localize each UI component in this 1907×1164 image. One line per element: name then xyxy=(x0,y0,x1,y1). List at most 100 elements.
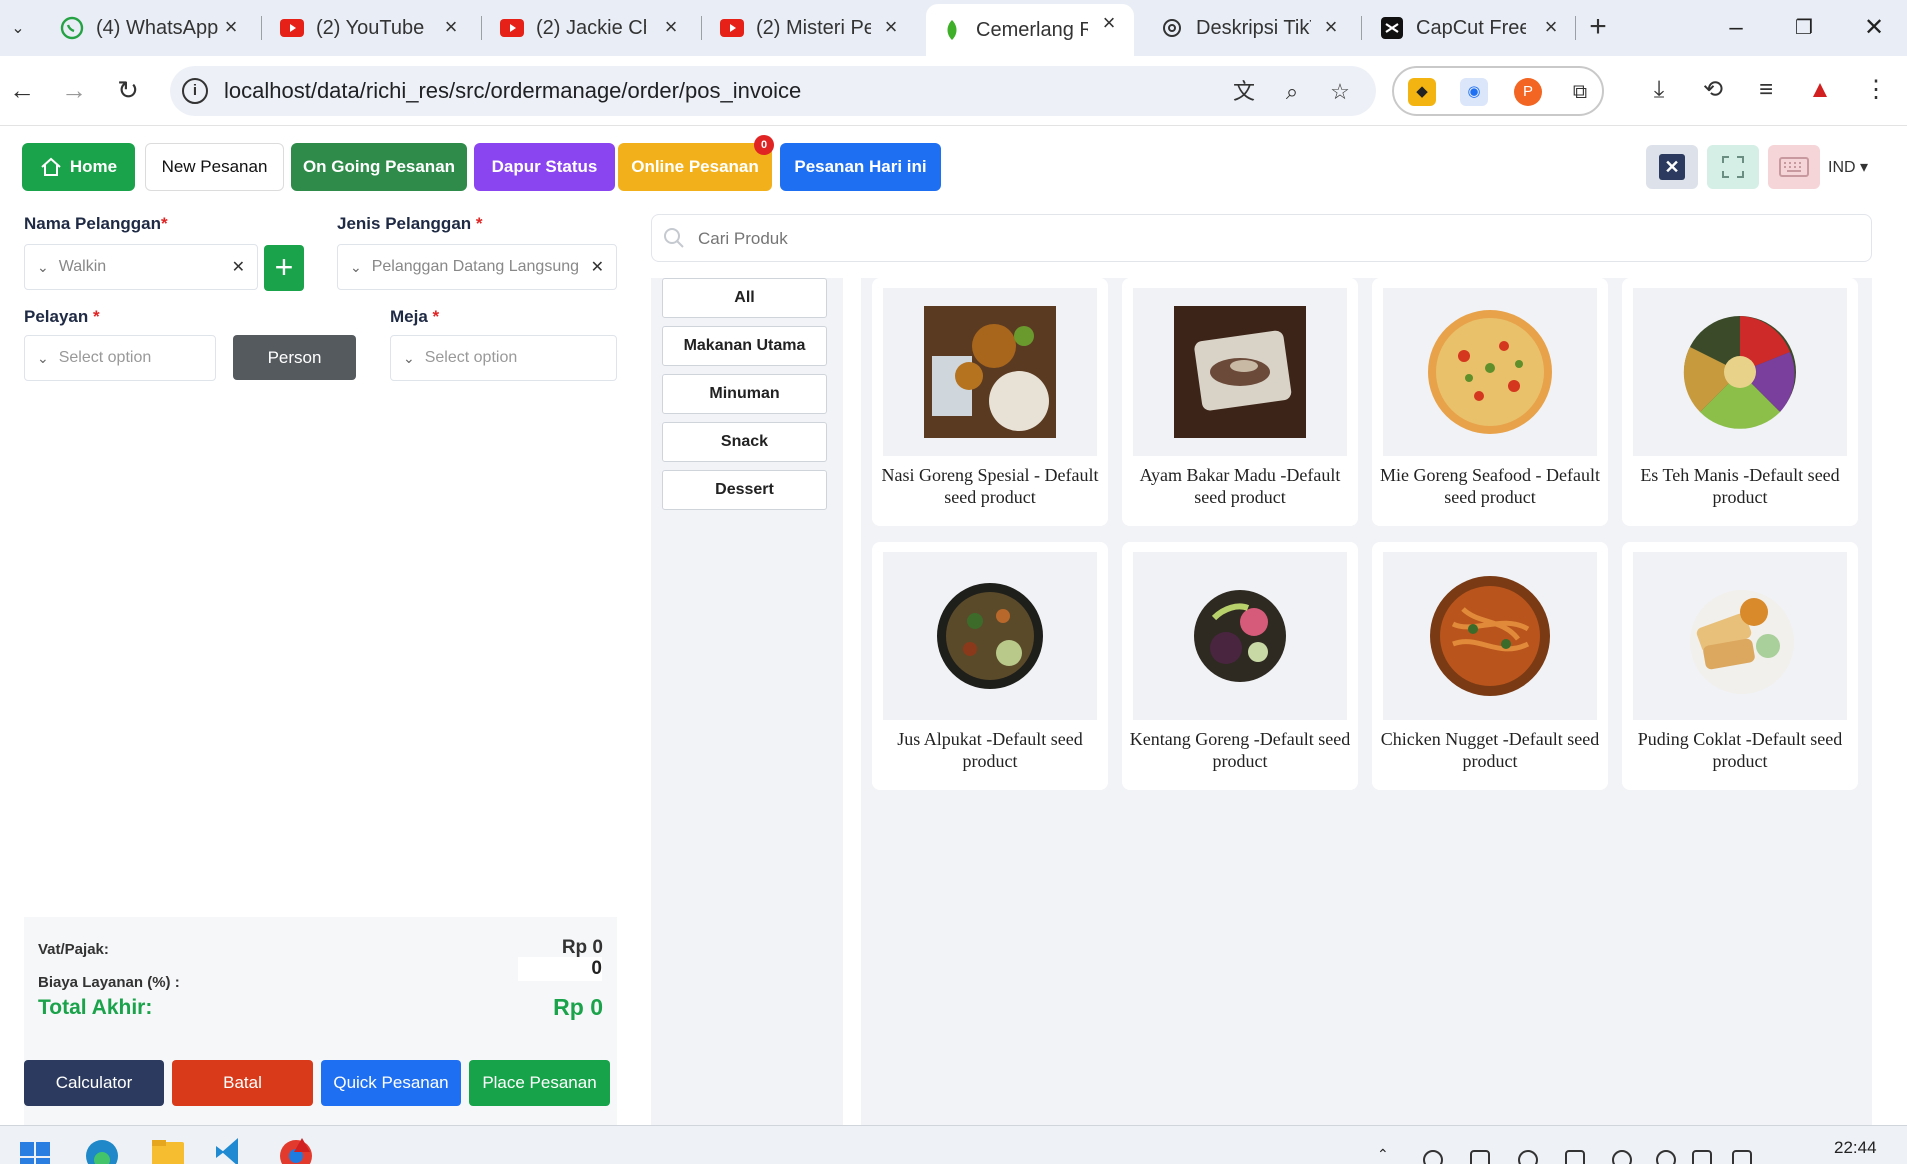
table-select[interactable]: ⌄ Select option xyxy=(390,335,617,381)
file-explorer-icon[interactable] xyxy=(150,1134,186,1164)
new-order-label: New Pesanan xyxy=(161,157,268,176)
product-card[interactable]: Ayam Bakar Madu -Default seed product xyxy=(1122,278,1358,526)
windows-start-icon[interactable] xyxy=(18,1134,54,1164)
product-card[interactable]: Mie Goreng Seafood - Default seed produc… xyxy=(1372,278,1608,526)
product-card[interactable]: Nasi Goreng Spesial - Default seed produ… xyxy=(872,278,1108,526)
chrome-icon[interactable] xyxy=(278,1134,314,1164)
close-icon[interactable]: × xyxy=(440,16,462,38)
waiter-label-text: Pelayan xyxy=(24,307,89,326)
media-control-icon[interactable]: ≡ xyxy=(1748,72,1784,108)
browser-tab-deskripsi[interactable]: Deskripsi TikTo × xyxy=(1146,8,1356,48)
close-icon[interactable]: × xyxy=(660,16,682,38)
new-tab-plus-icon[interactable]: + xyxy=(1582,12,1614,44)
category-all[interactable]: All xyxy=(662,278,827,318)
pos-app: Home New Pesanan On Going Pesanan Dapur … xyxy=(0,127,1907,1164)
category-snack[interactable]: Snack xyxy=(662,422,827,462)
waiter-placeholder: Select option xyxy=(58,349,152,366)
forward-arrow-icon[interactable]: → xyxy=(56,72,92,108)
tray-chevron-up-icon[interactable]: ⌃ xyxy=(1377,1146,1397,1164)
cancel-button[interactable]: Batal xyxy=(172,1060,313,1106)
close-pos-button[interactable]: ✕ xyxy=(1646,145,1698,189)
product-image xyxy=(1133,552,1347,720)
zoom-magnifier-icon[interactable]: ⌕ xyxy=(1278,78,1306,106)
product-card[interactable]: Puding Coklat -Default seed product xyxy=(1622,542,1858,790)
ongoing-orders-button[interactable]: On Going Pesanan xyxy=(291,143,467,191)
url-omnibox[interactable]: i localhost/data/richi_res/src/ordermana… xyxy=(170,66,1376,116)
minimize-icon[interactable]: – xyxy=(1716,10,1756,46)
close-icon[interactable]: × xyxy=(1320,16,1342,38)
extensions-puzzle-icon[interactable]: ⧉ xyxy=(1566,78,1594,106)
browser-tab-whatsapp[interactable]: (4) WhatsApp × xyxy=(46,8,256,48)
place-order-button[interactable]: Place Pesanan xyxy=(469,1060,610,1106)
tab-search-chevron-icon[interactable]: ⌄ xyxy=(0,10,36,46)
volume-icon[interactable] xyxy=(1692,1150,1712,1164)
required-mark: * xyxy=(475,214,483,233)
person-button[interactable]: Person xyxy=(233,335,356,380)
close-icon[interactable]: × xyxy=(1098,12,1120,34)
reload-icon[interactable]: ↻ xyxy=(110,72,146,108)
bookmark-star-icon[interactable]: ☆ xyxy=(1326,78,1354,106)
product-image xyxy=(1383,552,1597,720)
close-window-icon[interactable]: ✕ xyxy=(1854,10,1894,46)
tray-sync-icon[interactable] xyxy=(1612,1150,1632,1164)
kitchen-status-button[interactable]: Dapur Status xyxy=(474,143,615,191)
tray-onedrive-icon[interactable] xyxy=(1518,1150,1538,1164)
extension-orange-icon[interactable]: P xyxy=(1514,78,1542,106)
url-text[interactable]: localhost/data/richi_res/src/ordermanage… xyxy=(224,78,801,104)
edge-browser-icon[interactable] xyxy=(84,1134,120,1164)
quick-order-button[interactable]: Quick Pesanan xyxy=(321,1060,461,1106)
online-orders-badge: 0 xyxy=(754,135,774,155)
product-image xyxy=(883,552,1097,720)
download-icon[interactable]: ⤓ xyxy=(1641,72,1677,108)
tray-location-off-icon[interactable] xyxy=(1565,1150,1585,1164)
online-orders-button[interactable]: Online Pesanan 0 xyxy=(618,135,774,191)
service-fee-input[interactable] xyxy=(518,957,602,981)
category-makanan-utama[interactable]: Makanan Utama xyxy=(662,326,827,366)
extension-yellow-icon[interactable]: ◆ xyxy=(1408,78,1436,106)
calculator-button[interactable]: Calculator xyxy=(24,1060,164,1106)
close-icon[interactable]: × xyxy=(880,16,902,38)
fullscreen-button[interactable] xyxy=(1707,145,1759,189)
performance-leaf-icon[interactable]: ⟲ xyxy=(1695,72,1731,108)
product-search-input[interactable] xyxy=(698,223,1848,255)
wifi-icon[interactable] xyxy=(1656,1150,1676,1164)
restore-window-icon[interactable]: ❐ xyxy=(1784,10,1824,46)
tray-network-icon[interactable] xyxy=(1470,1150,1490,1164)
product-card[interactable]: Es Teh Manis -Default seed product xyxy=(1622,278,1858,526)
new-order-button[interactable]: New Pesanan xyxy=(145,143,284,191)
close-icon[interactable]: × xyxy=(1540,16,1562,38)
tray-cloud-icon[interactable] xyxy=(1423,1150,1443,1164)
browser-tab-cemerlang-active[interactable]: Cemerlang Re × xyxy=(926,4,1134,56)
close-icon[interactable]: × xyxy=(220,16,242,38)
product-card[interactable]: Chicken Nugget -Default seed product xyxy=(1372,542,1608,790)
back-arrow-icon[interactable]: ← xyxy=(4,72,40,108)
clear-x-icon[interactable]: ✕ xyxy=(232,257,245,277)
category-minuman[interactable]: Minuman xyxy=(662,374,827,414)
clear-x-icon[interactable]: ✕ xyxy=(591,257,604,277)
product-card[interactable]: Kentang Goreng -Default seed product xyxy=(1122,542,1358,790)
home-button[interactable]: Home xyxy=(22,143,135,191)
vscode-icon[interactable] xyxy=(212,1134,248,1164)
site-info-icon[interactable]: i xyxy=(182,78,208,104)
browser-tab-capcut[interactable]: CapCut Free A × xyxy=(1366,8,1576,48)
translate-icon[interactable]: 文 xyxy=(1230,78,1258,106)
product-name: Mie Goreng Seafood - Default seed produc… xyxy=(1380,465,1600,507)
product-card[interactable]: Jus Alpukat -Default seed product xyxy=(872,542,1108,790)
kebab-menu-icon[interactable]: ⋮ xyxy=(1858,72,1894,108)
screen-recorder-icon[interactable]: ◉ xyxy=(1460,78,1488,106)
browser-tab-youtube[interactable]: (2) YouTube × xyxy=(266,8,476,48)
warning-icon[interactable]: ▲ xyxy=(1802,72,1838,108)
add-customer-button[interactable]: + xyxy=(264,245,304,291)
customer-name-select[interactable]: ⌄ Walkin ✕ xyxy=(24,244,258,290)
extensions-group: ◆ ◉ P ⧉ xyxy=(1392,66,1604,116)
customer-type-select[interactable]: ⌄ Pelanggan Datang Langsung ✕ xyxy=(337,244,617,290)
today-orders-button[interactable]: Pesanan Hari ini xyxy=(780,143,941,191)
keyboard-button[interactable] xyxy=(1768,145,1820,189)
browser-tab-misteri[interactable]: (2) Misteri Pen × xyxy=(706,8,916,48)
battery-icon[interactable] xyxy=(1732,1150,1752,1164)
browser-tab-jackie-chan[interactable]: (2) Jackie Chan × xyxy=(486,8,696,48)
waiter-select[interactable]: ⌄ Select option xyxy=(24,335,216,381)
category-dessert[interactable]: Dessert xyxy=(662,470,827,510)
language-dropdown[interactable]: IND ▾ xyxy=(1828,157,1868,177)
product-name: Ayam Bakar Madu -Default seed product xyxy=(1139,465,1341,507)
